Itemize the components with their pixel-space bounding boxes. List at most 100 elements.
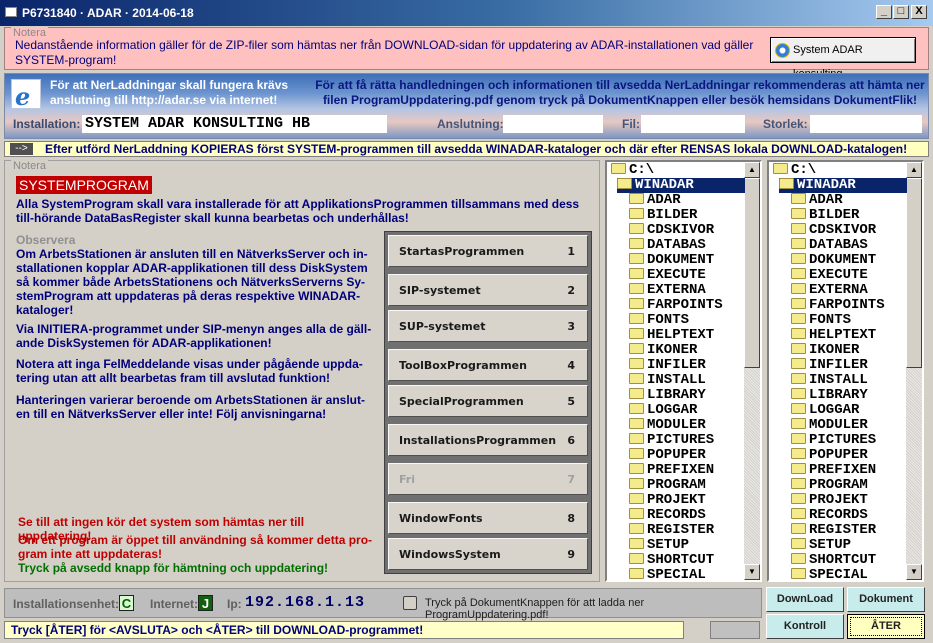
installation-field[interactable]: SYSTEM ADAR KONSULTING HB <box>82 115 387 133</box>
tree-selected-node[interactable]: WINADAR <box>617 178 745 193</box>
scroll-up-button[interactable]: ▲ <box>744 162 760 178</box>
folder-label: DATABAS <box>809 237 868 253</box>
tree-folder-node[interactable]: PROJEKT <box>791 493 868 508</box>
tree-folder-node[interactable]: INSTALL <box>791 373 868 388</box>
tree-folder-node[interactable]: REGISTER <box>629 523 714 538</box>
dokument-button[interactable]: Dokument <box>847 587 925 612</box>
tree-folder-node[interactable]: EXECUTE <box>791 268 868 283</box>
close-button[interactable]: X <box>911 5 927 19</box>
tree-folder-node[interactable]: REGISTER <box>791 523 876 538</box>
tree-folder-node[interactable]: SHORTCUT <box>791 553 876 568</box>
tree-folder-node[interactable]: POPUPER <box>629 448 706 463</box>
scroll-down-button[interactable]: ▼ <box>744 564 760 580</box>
button-label: SpecialProgrammen <box>399 395 524 408</box>
startasprogrammen-button[interactable]: StartasProgrammen 1 <box>388 235 588 267</box>
tree-folder-node[interactable]: LIBRARY <box>629 388 706 403</box>
tree-folder-node[interactable]: IKONER <box>629 343 697 358</box>
storlek-label: Storlek: <box>763 117 808 131</box>
specialprogrammen-button[interactable]: SpecialProgrammen 5 <box>388 385 588 417</box>
toolboxprogrammen-button[interactable]: ToolBoxProgrammen 4 <box>388 349 588 381</box>
tree-folder-node[interactable]: PROGRAM <box>629 478 706 493</box>
tree-folder-node[interactable]: IKONER <box>791 343 859 358</box>
minimize-button[interactable]: _ <box>876 5 892 19</box>
tree-folder-node[interactable]: FONTS <box>791 313 851 328</box>
folder-label: ADAR <box>809 192 843 208</box>
tree-folder-node[interactable]: SPECIAL <box>791 568 868 583</box>
tree-folder-node[interactable]: RECORDS <box>629 508 706 523</box>
scrollbar-thumb[interactable] <box>906 178 922 368</box>
tree-folder-node[interactable]: ADAR <box>629 193 681 208</box>
tree-folder-node[interactable]: SPECIAL <box>629 568 706 583</box>
tree-folder-node[interactable]: INSTALL <box>629 373 706 388</box>
windowssystem-button[interactable]: WindowsSystem 9 <box>388 538 588 570</box>
top-note-group: Notera Nedanstående information gäller f… <box>4 27 929 80</box>
tree-folder-node[interactable]: PROJEKT <box>629 493 706 508</box>
tree-root-node[interactable]: C:\ <box>611 163 654 178</box>
tree-folder-node[interactable]: MODULER <box>629 418 706 433</box>
info-bar: --> Efter utförd NerLaddning KOPIERAS fö… <box>4 141 929 157</box>
source-directory-tree[interactable]: ▲ ▼ C:\ WINADAR ADAR BILDER CDSKIVOR DATABAS D… <box>605 160 762 583</box>
scrollbar[interactable]: ▲ ▼ <box>906 162 922 580</box>
tree-folder-node[interactable]: DOKUMENT <box>791 253 876 268</box>
tree-folder-node[interactable]: HELPTEXT <box>791 328 876 343</box>
tree-folder-node[interactable]: HELPTEXT <box>629 328 714 343</box>
tree-folder-node[interactable]: DATABAS <box>629 238 706 253</box>
tree-folder-node[interactable]: FARPOINTS <box>629 298 723 313</box>
tree-folder-node[interactable]: PREFIXEN <box>791 463 876 478</box>
tree-folder-node[interactable]: LOGGAR <box>629 403 697 418</box>
tree-folder-node[interactable]: POPUPER <box>791 448 868 463</box>
tree-folder-node[interactable]: SHORTCUT <box>629 553 714 568</box>
storlek-field[interactable] <box>810 115 922 133</box>
fil-field[interactable] <box>641 115 745 133</box>
tree-folder-node[interactable]: PROGRAM <box>791 478 868 493</box>
download-pdf-checkbox[interactable] <box>403 596 417 610</box>
scrollbar[interactable]: ▲ ▼ <box>744 162 760 580</box>
tree-folder-node[interactable]: SETUP <box>791 538 851 553</box>
paragraph: Via INITIERA-programmet under SIP-menyn … <box>16 322 372 350</box>
tree-folder-node[interactable]: EXTERNA <box>791 283 868 298</box>
tree-folder-node[interactable]: DATABAS <box>791 238 868 253</box>
tree-folder-node[interactable]: INFILER <box>791 358 868 373</box>
scroll-down-button[interactable]: ▼ <box>906 564 922 580</box>
tree-folder-node[interactable]: EXTERNA <box>629 283 706 298</box>
tree-selected-node[interactable]: WINADAR <box>779 178 907 193</box>
tree-folder-node[interactable]: BILDER <box>629 208 697 223</box>
tree-folder-node[interactable]: FARPOINTS <box>791 298 885 313</box>
tree-folder-node[interactable]: BILDER <box>791 208 859 223</box>
tree-folder-node[interactable]: PREFIXEN <box>629 463 714 478</box>
maximize-button[interactable]: □ <box>893 5 909 19</box>
tree-folder-node[interactable]: CDSKIVOR <box>629 223 714 238</box>
tree-folder-node[interactable]: ADAR <box>791 193 843 208</box>
tree-folder-node[interactable]: LIBRARY <box>791 388 868 403</box>
kontroll-button[interactable]: Kontroll <box>766 614 844 639</box>
tree-folder-node[interactable]: MODULER <box>791 418 868 433</box>
system-adar-konsulting-button[interactable]: System ADAR konsulting <box>770 37 916 80</box>
installationsprogrammen-button[interactable]: InstallationsProgrammen 6 <box>388 424 588 456</box>
folder-label: MODULER <box>647 417 706 433</box>
download-button[interactable]: DownLoad <box>766 587 844 612</box>
tree-folder-node[interactable]: INFILER <box>629 358 706 373</box>
tree-folder-node[interactable]: SETUP <box>629 538 689 553</box>
folder-icon <box>791 403 806 414</box>
folder-icon <box>629 238 644 249</box>
tree-folder-node[interactable]: DOKUMENT <box>629 253 714 268</box>
tree-folder-node[interactable]: PICTURES <box>629 433 714 448</box>
target-directory-tree[interactable]: ▲ ▼ C:\ WINADAR ADAR BILDER CDSKIVOR DATABAS D… <box>767 160 924 583</box>
tree-folder-node[interactable]: LOGGAR <box>791 403 859 418</box>
tree-root-node[interactable]: C:\ <box>773 163 816 178</box>
tree-folder-node[interactable]: RECORDS <box>791 508 868 523</box>
scroll-up-button[interactable]: ▲ <box>906 162 922 178</box>
tree-folder-node[interactable]: EXECUTE <box>629 268 706 283</box>
tree-folder-node[interactable]: PICTURES <box>791 433 876 448</box>
anslutning-field[interactable] <box>503 115 603 133</box>
windowfonts-button[interactable]: WindowFonts 8 <box>388 502 588 534</box>
ater-button[interactable]: ÅTER <box>847 614 925 639</box>
info-banner: e För att NerLaddningar skall fungera kr… <box>4 73 929 139</box>
sip-systemet-button[interactable]: SIP-systemet 2 <box>388 274 588 306</box>
sup-systemet-button[interactable]: SUP-systemet 3 <box>388 310 588 342</box>
scrollbar-thumb[interactable] <box>744 178 760 368</box>
tree-folder-node[interactable]: FONTS <box>629 313 689 328</box>
internet-label: Internet: <box>150 597 198 611</box>
folder-icon <box>791 283 806 294</box>
tree-folder-node[interactable]: CDSKIVOR <box>791 223 876 238</box>
